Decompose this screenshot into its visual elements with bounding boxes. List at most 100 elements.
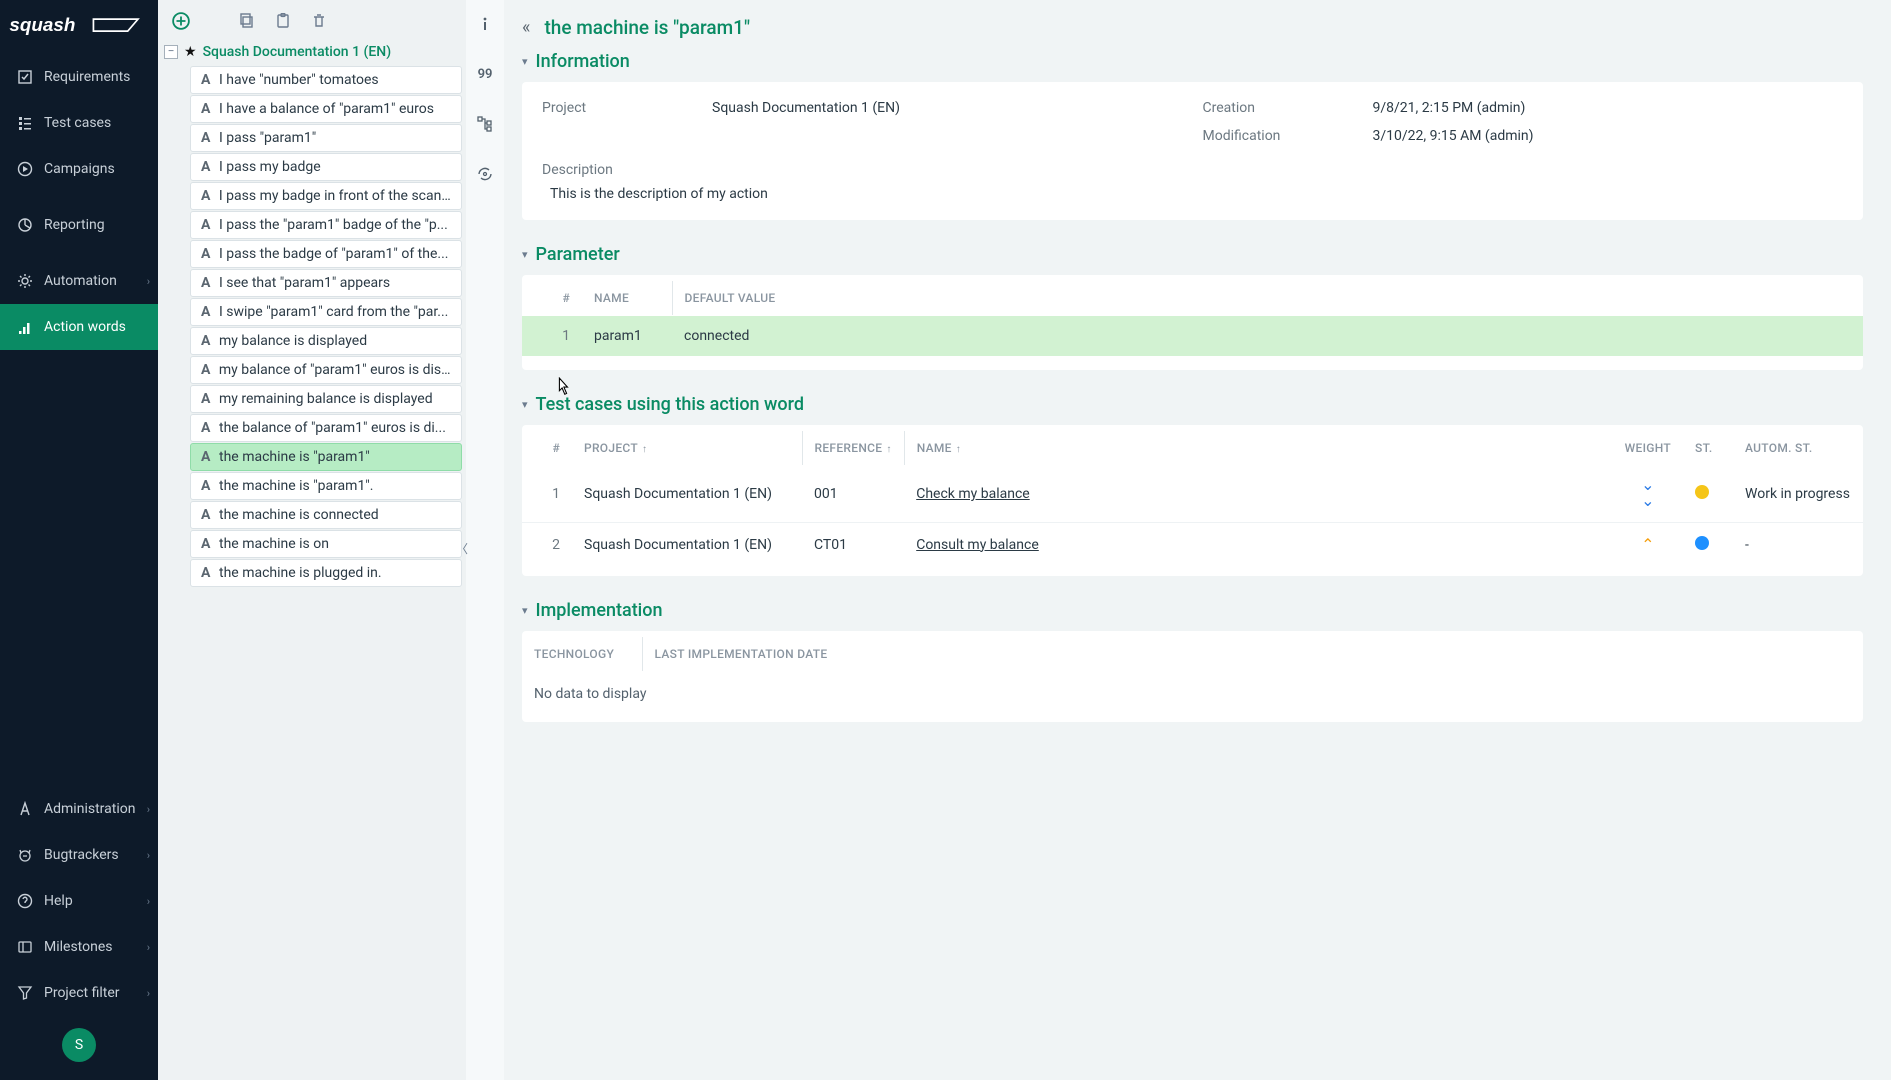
col-weight[interactable]: WEIGHT [1613, 431, 1683, 466]
usage-count-tab[interactable]: 99 [471, 60, 499, 88]
tree-item[interactable]: Athe machine is on [190, 530, 462, 558]
nav-requirements[interactable]: Requirements [0, 54, 158, 100]
testcase-link[interactable]: Consult my balance [916, 537, 1039, 553]
tree-item[interactable]: Athe machine is "param1" [190, 443, 462, 471]
nav-milestones[interactable]: Milestones› [0, 924, 158, 970]
col-name[interactable]: NAME↑ [904, 431, 1612, 466]
nav-icon [16, 318, 34, 336]
tree-item[interactable]: Amy remaining balance is displayed [190, 385, 462, 413]
testcases-table: # PROJECT↑ REFERENCE↑ NAME↑ WEIGHT ST. A… [522, 431, 1863, 566]
paste-icon[interactable] [272, 10, 294, 32]
testcase-link[interactable]: Check my balance [916, 486, 1030, 502]
collapse-tree-icon[interactable]: 〈 [456, 540, 468, 557]
tree-item[interactable]: Athe machine is connected [190, 501, 462, 529]
section-toggle-implementation[interactable]: ▾ Implementation [522, 600, 1863, 621]
tree-root: − ★ Squash Documentation 1 (EN) AI have … [158, 40, 466, 1080]
favorite-icon[interactable]: ★ [184, 44, 197, 60]
tree-item-label: the machine is connected [219, 507, 379, 523]
tree-item[interactable]: Amy balance is displayed [190, 327, 462, 355]
hierarchy-tab-icon[interactable] [471, 110, 499, 138]
tree-item-label: I pass my badge [219, 159, 321, 175]
tree-item[interactable]: AI have "number" tomatoes [190, 66, 462, 94]
cell-project: Squash Documentation 1 (EN) [572, 523, 802, 567]
tree-item-label: I pass my badge in front of the scan... [219, 188, 451, 204]
user-avatar[interactable]: S [62, 1028, 96, 1062]
cell-reference: 001 [802, 466, 904, 523]
action-icon: A [201, 159, 219, 175]
chevron-right-icon: › [147, 849, 150, 862]
tree-item[interactable]: Amy balance of "param1" euros is dis... [190, 356, 462, 384]
tree-item[interactable]: AI pass my badge [190, 153, 462, 181]
detail-tabs: 99 [466, 0, 504, 1080]
tree-item[interactable]: AI swipe "param1" card from the "par... [190, 298, 462, 326]
section-toggle-parameter[interactable]: ▾ Parameter [522, 244, 1863, 265]
col-autom[interactable]: AUTOM. ST. [1733, 431, 1863, 466]
col-default[interactable]: DEFAULT VALUE [672, 281, 1863, 316]
tree-item[interactable]: AI pass the badge of "param1" of the... [190, 240, 462, 268]
testcase-row[interactable]: 2Squash Documentation 1 (EN)CT01Consult … [522, 523, 1863, 567]
implementation-table: TECHNOLOGY LAST IMPLEMENTATION DATE [522, 637, 1863, 672]
nav-campaigns[interactable]: Campaigns [0, 146, 158, 192]
col-impl-date[interactable]: LAST IMPLEMENTATION DATE [642, 637, 1863, 672]
col-reference[interactable]: REFERENCE↑ [802, 431, 904, 466]
tree-item[interactable]: AI pass "param1" [190, 124, 462, 152]
action-icon: A [201, 333, 219, 349]
action-icon: A [201, 101, 219, 117]
copy-icon[interactable] [236, 10, 258, 32]
tree-item[interactable]: AI have a balance of "param1" euros [190, 95, 462, 123]
col-status[interactable]: ST. [1683, 431, 1733, 466]
cell-default: connected [672, 316, 1863, 357]
nav-reporting[interactable]: Reporting [0, 202, 158, 248]
col-name[interactable]: NAME [582, 281, 672, 316]
action-icon: A [201, 507, 219, 523]
parameter-table: # NAME DEFAULT VALUE 1param1connected [522, 281, 1863, 356]
tree-item[interactable]: Athe balance of "param1" euros is di... [190, 414, 462, 442]
chevron-right-icon: › [147, 987, 150, 1000]
tree-item[interactable]: AI see that "param1" appears [190, 269, 462, 297]
delete-icon[interactable] [308, 10, 330, 32]
action-icon: A [201, 391, 219, 407]
status-dot-icon [1695, 485, 1709, 499]
chevron-right-icon: › [147, 275, 150, 288]
tree-item[interactable]: AI pass the "param1" badge of the "p... [190, 211, 462, 239]
tree-item[interactable]: AI pass my badge in front of the scan... [190, 182, 462, 210]
label-project: Project [542, 100, 692, 116]
nav-icon [16, 114, 34, 132]
nav-label: Campaigns [44, 161, 115, 177]
testcase-row[interactable]: 1Squash Documentation 1 (EN)001Check my … [522, 466, 1863, 523]
chevron-right-icon: › [147, 895, 150, 908]
tree-item-label: the machine is "param1" [219, 449, 370, 465]
collapse-icon[interactable]: − [164, 45, 178, 59]
sort-asc-icon: ↑ [642, 444, 647, 455]
value-description: This is the description of my action [542, 186, 1843, 202]
nav-action-words[interactable]: Action words [0, 304, 158, 350]
value-modification: 3/10/22, 9:15 AM (admin) [1373, 128, 1844, 144]
nav-automation[interactable]: Automation › [0, 258, 158, 304]
action-icon: A [201, 565, 219, 581]
cell-autom: - [1733, 523, 1863, 567]
sync-tab-icon[interactable] [471, 160, 499, 188]
project-row[interactable]: − ★ Squash Documentation 1 (EN) [162, 40, 462, 64]
nav-help[interactable]: Help› [0, 878, 158, 924]
tree-item-label: I pass the "param1" badge of the "p... [219, 217, 448, 233]
nav-test-cases[interactable]: Test cases [0, 100, 158, 146]
back-icon[interactable]: « [522, 17, 530, 38]
col-project[interactable]: PROJECT↑ [572, 431, 802, 466]
add-icon[interactable] [170, 10, 192, 32]
parameter-row[interactable]: 1param1connected [522, 316, 1863, 357]
svg-text:squash: squash [9, 14, 75, 35]
col-technology[interactable]: TECHNOLOGY [522, 637, 642, 672]
nav-project-filter[interactable]: Project filter› [0, 970, 158, 1016]
cell-num: 1 [522, 466, 572, 523]
info-tab-icon[interactable] [471, 10, 499, 38]
detail-title: the machine is "param1" [544, 16, 750, 39]
section-toggle-information[interactable]: ▾ Information [522, 51, 1863, 72]
nav-administration[interactable]: Administration› [0, 786, 158, 832]
nav-label: Automation [44, 273, 117, 289]
nav-bugtrackers[interactable]: Bugtrackers› [0, 832, 158, 878]
col-num[interactable]: # [522, 281, 582, 316]
tree-item[interactable]: Athe machine is plugged in. [190, 559, 462, 587]
section-toggle-testcases[interactable]: ▾ Test cases using this action word [522, 394, 1863, 415]
tree-item[interactable]: Athe machine is "param1". [190, 472, 462, 500]
col-num[interactable]: # [522, 431, 572, 466]
